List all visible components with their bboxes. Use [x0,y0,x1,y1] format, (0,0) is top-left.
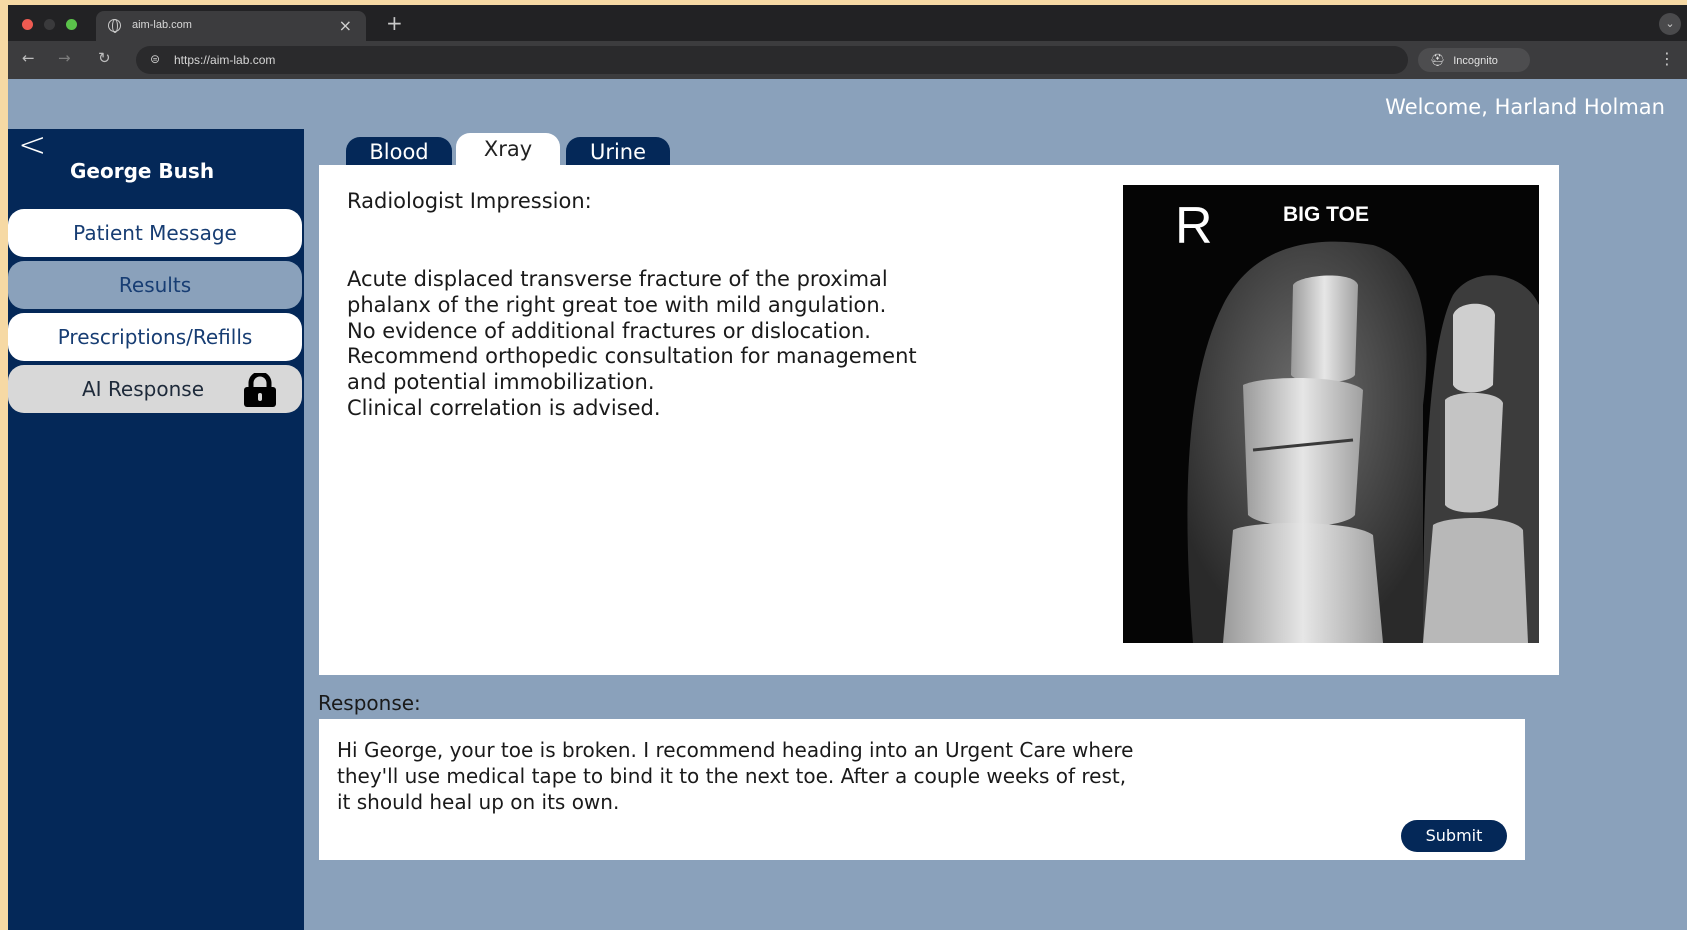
impression-line: phalanx of the right great toe with mild… [347,292,887,317]
sidebar: < George Bush Patient Message Results Pr… [8,125,304,930]
close-window-button[interactable] [22,19,33,30]
response-line: Hi George, your toe is broken. I recomme… [337,738,1134,762]
browser-window: aim-lab.com × + ⌄ ← → ↻ ⊜ https://aim-la… [8,5,1687,930]
sidebar-item-results[interactable]: Results [8,261,302,309]
sidebar-item-prescriptions[interactable]: Prescriptions/Refills [8,313,302,361]
xray-caption: BIG TOE [1283,203,1369,226]
site-info-icon[interactable]: ⊜ [150,52,160,66]
results-panel: Radiologist Impression: Acute displaced … [319,165,1559,675]
xray-marker: R [1175,197,1213,255]
tab-xray[interactable]: Xray [456,133,560,167]
browser-menu-icon[interactable]: ⋮ [1659,49,1675,68]
incognito-label: Incognito [1453,55,1498,67]
minimize-window-button[interactable] [44,19,55,30]
back-chevron-icon[interactable]: < [18,125,47,165]
patient-name: George Bush [70,159,215,183]
impression-line: No evidence of additional fractures or d… [347,318,871,343]
incognito-icon: ⛑ [1430,53,1446,67]
response-line: it should heal up on its own. [337,790,620,814]
impression-heading: Radiologist Impression: [347,189,592,213]
tab-blood[interactable]: Blood [346,137,452,167]
title-bar: aim-lab.com × + ⌄ [8,5,1687,41]
impression-line: Recommend orthopedic consultation for ma… [347,344,917,369]
response-line: they'll use medical tape to bind it to t… [337,764,1127,788]
submit-button[interactable]: Submit [1401,820,1507,852]
response-text: Hi George, your toe is broken. I recomme… [337,737,1133,815]
impression-line: and potential immobilization. [347,370,655,395]
browser-toolbar: ← → ↻ ⊜ https://aim-lab.com ⛑ Incognito ⋮ [8,41,1687,79]
forward-arrow-icon[interactable]: → [58,49,71,67]
lock-icon [244,373,276,407]
response-textarea[interactable]: Hi George, your toe is broken. I recomme… [319,719,1525,860]
impression-text: Acute displaced transverse fracture of t… [347,267,1047,422]
response-label: Response: [318,691,421,715]
incognito-badge[interactable]: ⛑ Incognito [1418,48,1530,72]
app-page: Welcome, Harland Holman < George Bush Pa… [8,79,1687,930]
impression-line: Clinical correlation is advised. [347,395,661,420]
sidebar-item-patient-message[interactable]: Patient Message [8,209,302,257]
back-arrow-icon[interactable]: ← [22,49,35,67]
impression-line: Acute displaced transverse fracture of t… [347,267,888,291]
sidebar-item-label: AI Response [82,377,204,401]
reload-icon[interactable]: ↻ [98,49,111,67]
tab-search-icon[interactable]: ⌄ [1659,13,1681,35]
tab-title: aim-lab.com [132,19,192,31]
url-text: https://aim-lab.com [174,53,276,67]
new-tab-icon[interactable]: + [386,11,403,35]
close-tab-icon[interactable]: × [339,16,352,35]
browser-tab[interactable]: aim-lab.com × [96,11,366,41]
sidebar-item-ai-response[interactable]: AI Response [8,365,302,413]
globe-icon [108,19,121,33]
address-bar[interactable]: ⊜ https://aim-lab.com [136,46,1408,74]
welcome-message: Welcome, Harland Holman [1385,95,1665,119]
maximize-window-button[interactable] [66,19,77,30]
tab-urine[interactable]: Urine [566,137,670,167]
xray-image: R BIG TOE [1123,185,1539,643]
